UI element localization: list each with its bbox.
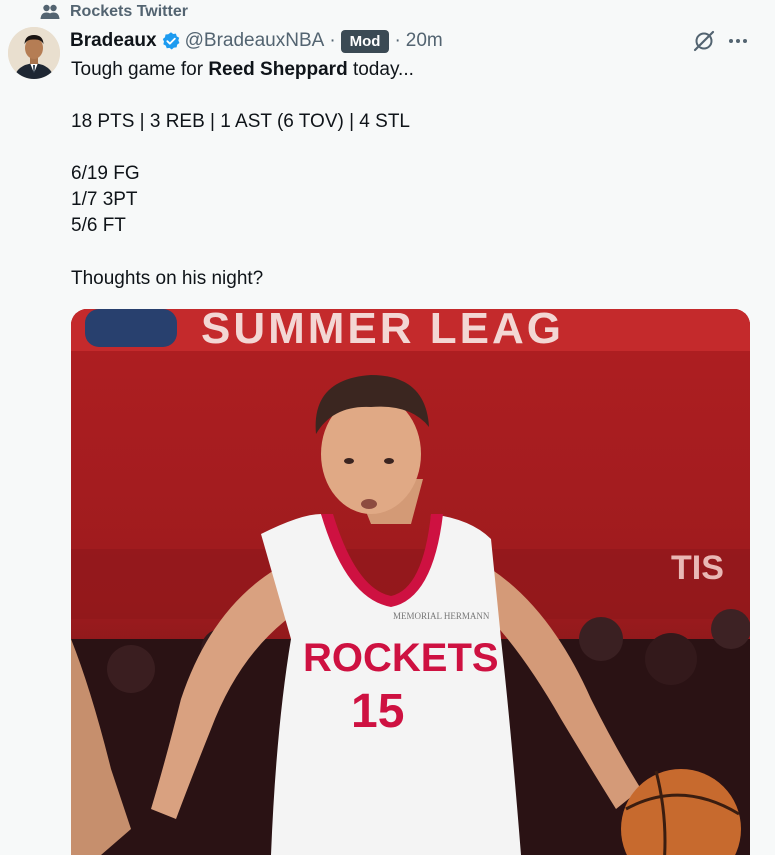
separator-dot: ·: [329, 30, 336, 51]
more-options-button[interactable]: [725, 28, 751, 54]
avatar[interactable]: [8, 27, 60, 79]
banner-text: SUMMER LEAG: [201, 309, 564, 353]
separator-dot: ·: [394, 30, 401, 51]
author-name[interactable]: Bradeaux: [70, 30, 157, 52]
stat-line: 18 PTS | 3 REB | 1 AST (6 TOV) | 4 STL: [71, 111, 411, 132]
three-pt-line: 1/7 3PT: [71, 189, 138, 210]
community-icon: [40, 4, 60, 19]
grok-icon: [693, 30, 715, 52]
community-name[interactable]: Rockets Twitter: [70, 3, 188, 21]
community-header[interactable]: Rockets Twitter: [40, 2, 188, 22]
question-line: Thoughts on his night?: [71, 268, 264, 289]
jersey-sponsor: MEMORIAL HERMANN: [393, 611, 490, 621]
fg-line: 6/19 FG: [71, 163, 140, 184]
tweet-media-image[interactable]: SUMMER LEAG TIS ROCKETS 15 MEMORIAL HERM…: [71, 309, 750, 855]
mentioned-player: Reed Sheppard: [208, 59, 348, 80]
mod-badge: Mod: [340, 29, 390, 53]
grok-button[interactable]: [691, 28, 717, 54]
timestamp[interactable]: 20m: [406, 30, 443, 52]
verified-badge-icon[interactable]: [161, 31, 181, 51]
more-options-icon: [729, 39, 733, 43]
author-handle[interactable]: @BradeauxNBA: [185, 30, 325, 52]
side-text: TIS: [671, 549, 724, 587]
tweet-text-line-1: Tough game for Reed Sheppard today...: [71, 59, 414, 80]
jersey-team: ROCKETS: [303, 636, 499, 680]
tweet-header: Bradeaux @BradeauxNBA · Mod · 20m: [70, 27, 443, 55]
jersey-number: 15: [351, 685, 404, 738]
ft-line: 5/6 FT: [71, 215, 126, 236]
